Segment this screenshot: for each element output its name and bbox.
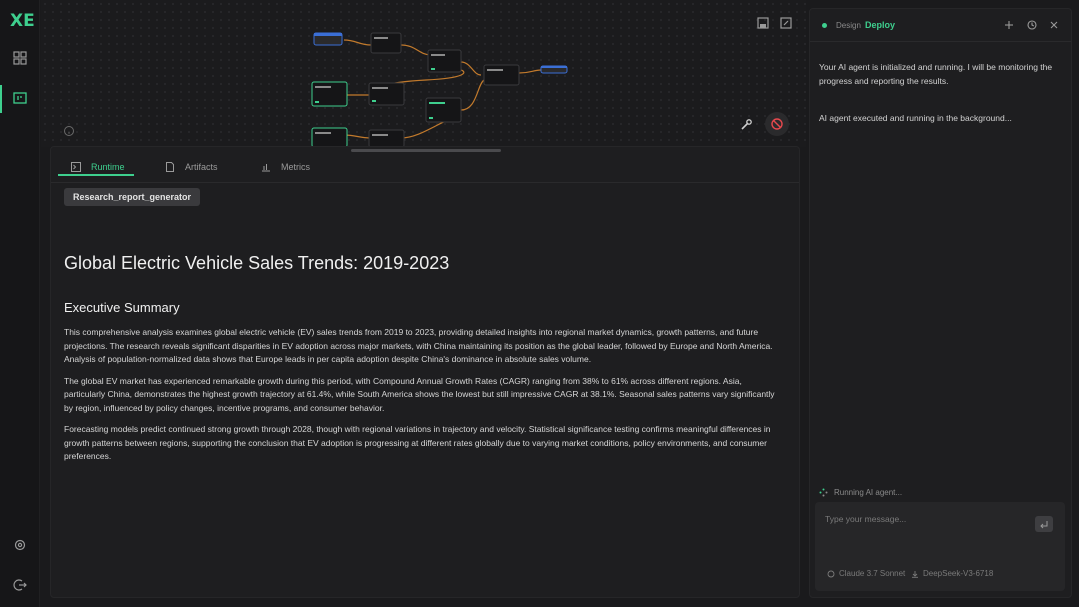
- status-dot: [822, 23, 827, 28]
- mode-deploy-toggle[interactable]: Deploy: [865, 20, 895, 30]
- report-paragraph: This comprehensive analysis examines glo…: [64, 327, 773, 364]
- tab-artifacts-label: Artifacts: [185, 162, 218, 172]
- running-status: Running AI agent...: [819, 488, 902, 497]
- bar-chart-icon: [262, 164, 270, 172]
- stop-icon: [771, 118, 783, 130]
- export-icon[interactable]: [778, 15, 794, 31]
- workflow-canvas[interactable]: [41, 0, 806, 147]
- model-icon: [827, 570, 835, 577]
- tab-artifacts[interactable]: Artifacts: [165, 158, 218, 176]
- report-document: Global Electric Vehicle Sales Trends: 20…: [64, 253, 784, 472]
- section-heading: Executive Summary: [64, 300, 180, 315]
- model-label: DeepSeek-V3-6718: [923, 569, 994, 578]
- workflow-node[interactable]: [540, 65, 568, 74]
- workflow-node[interactable]: [311, 127, 348, 147]
- model-selector-primary[interactable]: Claude 3.7 Sonnet: [827, 569, 905, 578]
- agent-chip[interactable]: Research_report_generator: [64, 188, 201, 206]
- save-icon[interactable]: [755, 15, 771, 31]
- message-input[interactable]: [825, 514, 1025, 524]
- model-selector-secondary[interactable]: DeepSeek-V3-6718: [911, 569, 993, 578]
- active-nav-indicator: [0, 85, 2, 113]
- wrench-icon[interactable]: [738, 117, 754, 133]
- spinner-icon: [819, 488, 828, 497]
- workflow-node[interactable]: [427, 49, 462, 73]
- left-rail: XE: [0, 0, 40, 607]
- history-icon[interactable]: [1026, 19, 1038, 31]
- grid-icon[interactable]: [12, 50, 28, 66]
- mode-design-toggle[interactable]: Design: [836, 21, 861, 30]
- report-paragraph: Forecasting models predict continued str…: [64, 424, 771, 461]
- tab-metrics-label: Metrics: [281, 162, 310, 172]
- close-icon[interactable]: [1048, 19, 1060, 31]
- file-icon: [166, 162, 174, 172]
- stop-button[interactable]: [765, 112, 789, 136]
- workflow-node[interactable]: [368, 129, 405, 147]
- workflow-node[interactable]: [483, 64, 520, 86]
- workflow-node[interactable]: [370, 32, 402, 54]
- help-icon[interactable]: [61, 123, 77, 139]
- panel-tabs: Runtime Artifacts Metrics: [51, 147, 799, 183]
- download-icon: [912, 570, 918, 578]
- report-title: Global Electric Vehicle Sales Trends: 20…: [64, 253, 450, 273]
- running-status-label: Running AI agent...: [834, 488, 903, 497]
- plus-icon[interactable]: [1003, 19, 1015, 31]
- app-logo[interactable]: XE: [10, 11, 35, 31]
- chat-panel: Design Deploy Your AI agent is initializ…: [809, 8, 1072, 598]
- model-label: Claude 3.7 Sonnet: [839, 569, 906, 578]
- settings-icon[interactable]: [12, 537, 28, 553]
- board-icon[interactable]: [12, 90, 28, 106]
- terminal-icon: [71, 162, 81, 172]
- tab-runtime-label: Runtime: [91, 162, 125, 172]
- enter-icon: [1040, 521, 1048, 529]
- message-composer: Claude 3.7 Sonnet DeepSeek-V3-6718: [815, 502, 1065, 591]
- runtime-panel: Runtime Artifacts Metrics Research_repor…: [50, 146, 800, 598]
- workflow-node[interactable]: [313, 32, 343, 46]
- chat-message: Your AI agent is initialized and running…: [819, 62, 1053, 86]
- chat-message: AI agent executed and running in the bac…: [819, 113, 1012, 123]
- workflow-graph[interactable]: [41, 0, 806, 147]
- report-paragraph: The global EV market has experienced rem…: [64, 375, 775, 413]
- logout-icon[interactable]: [12, 577, 28, 593]
- send-button[interactable]: [1035, 516, 1053, 532]
- tab-metrics[interactable]: Metrics: [261, 158, 310, 176]
- active-tab-indicator: [58, 174, 134, 176]
- workflow-node[interactable]: [311, 81, 348, 107]
- workflow-node[interactable]: [425, 97, 462, 123]
- chat-header: Design Deploy: [810, 9, 1071, 42]
- workflow-node[interactable]: [368, 82, 405, 106]
